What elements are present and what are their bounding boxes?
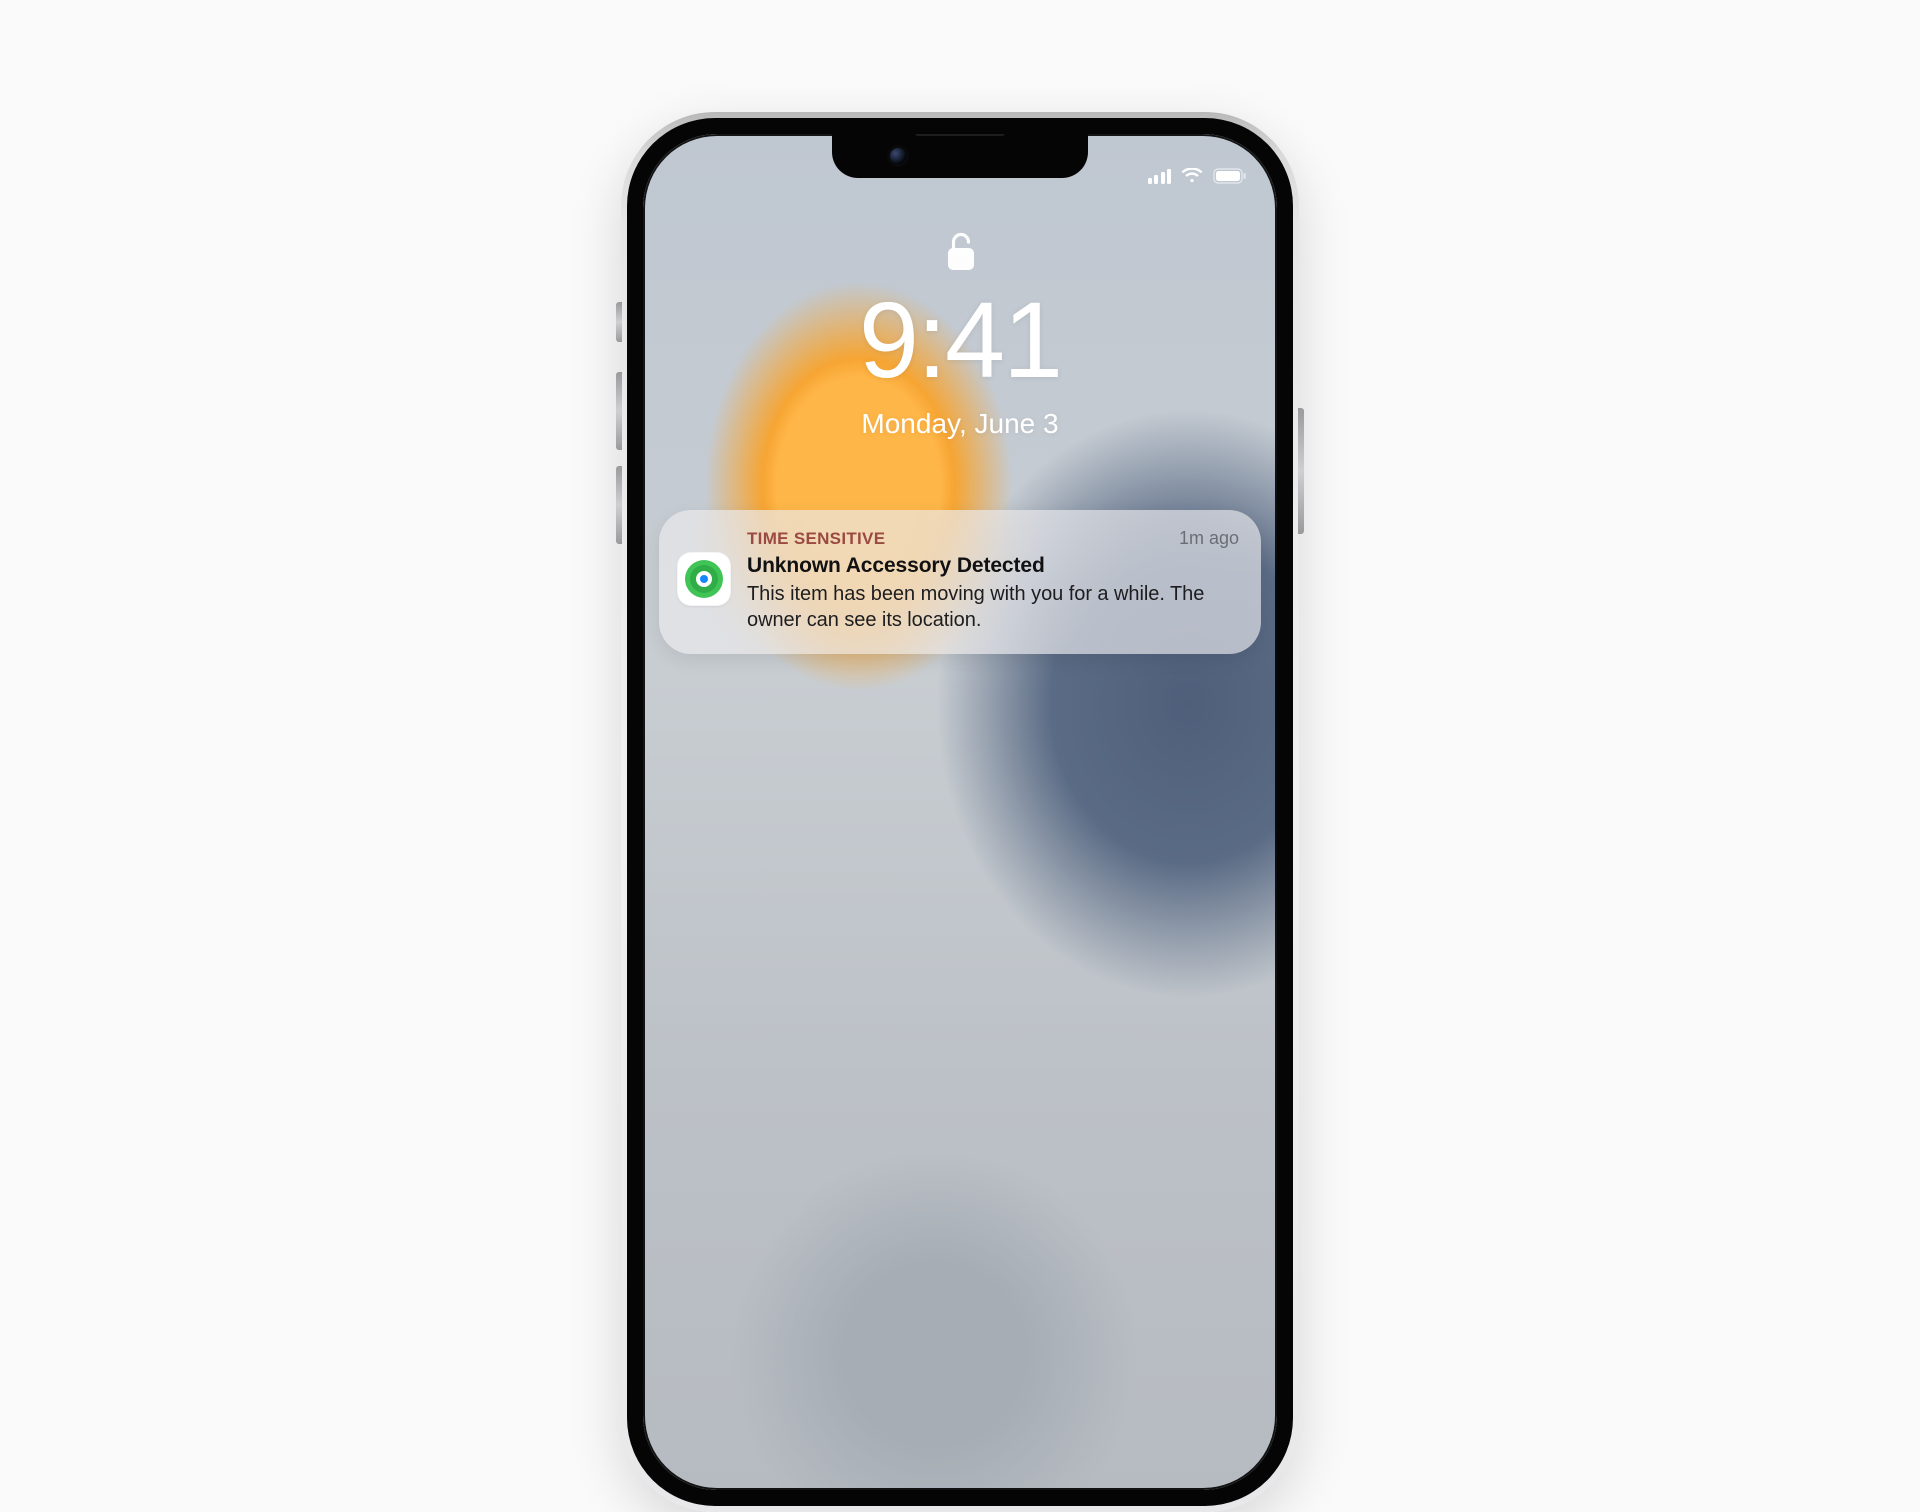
phone-frame: 9:41 Monday, June 3 TIME: [621, 112, 1299, 1512]
earpiece-speaker: [915, 134, 1005, 136]
side-button[interactable]: [1298, 408, 1304, 534]
lock-screen[interactable]: 9:41 Monday, June 3 TIME: [643, 134, 1277, 1490]
lock-screen-time: 9:41: [859, 286, 1061, 394]
unlocked-icon: [946, 230, 974, 270]
volume-down-button[interactable]: [616, 466, 622, 544]
phone-bezel: 9:41 Monday, June 3 TIME: [627, 118, 1293, 1506]
front-camera: [890, 148, 906, 164]
notification-card[interactable]: TIME SENSITIVE 1m ago Unknown Accessory …: [659, 510, 1261, 654]
lock-screen-clock: 9:41 Monday, June 3: [643, 230, 1277, 440]
display-notch: [832, 134, 1088, 178]
wifi-icon: [1181, 168, 1203, 184]
volume-up-button[interactable]: [616, 372, 622, 450]
find-my-icon: [677, 552, 731, 606]
notification-timestamp: 1m ago: [1179, 528, 1239, 549]
lock-screen-date: Monday, June 3: [861, 408, 1058, 440]
mute-switch[interactable]: [616, 302, 622, 342]
notification-message: This item has been moving with you for a…: [747, 581, 1239, 634]
notification-title: Unknown Accessory Detected: [747, 554, 1239, 578]
notification-body: TIME SENSITIVE 1m ago Unknown Accessory …: [747, 528, 1239, 634]
stage: 9:41 Monday, June 3 TIME: [0, 0, 1920, 1008]
cellular-icon: [1148, 168, 1172, 184]
notification-eyebrow: TIME SENSITIVE: [747, 529, 885, 549]
battery-icon: [1213, 168, 1247, 184]
